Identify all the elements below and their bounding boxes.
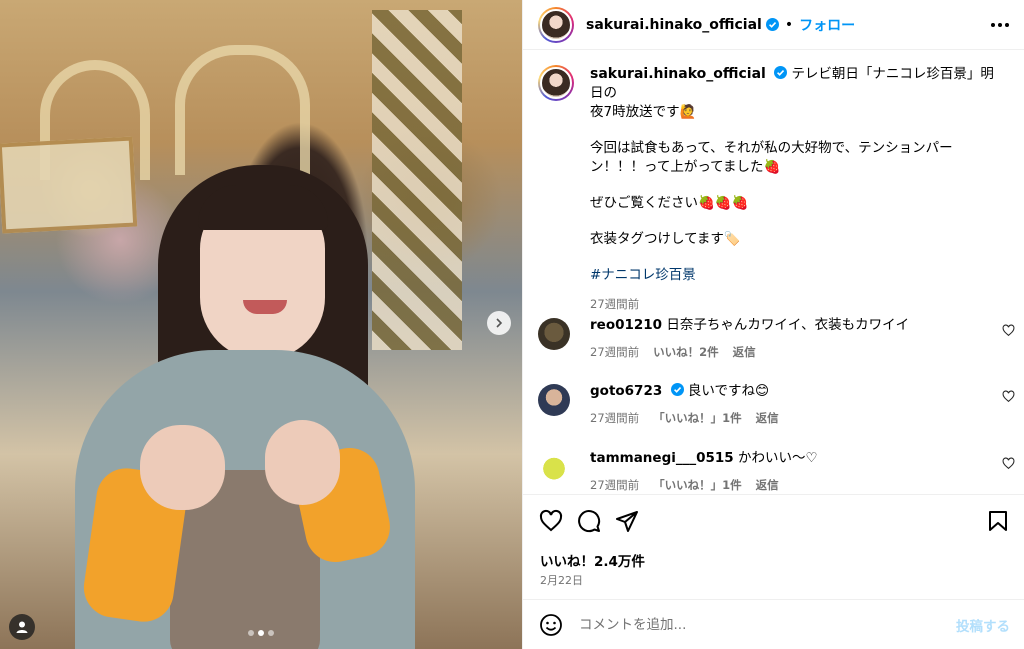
comment-time[interactable]: 27週間前	[590, 343, 639, 362]
comment-username[interactable]: tammanegi___0515	[590, 450, 734, 466]
caption-text: ぜひご覧ください🍓🍓🍓	[590, 195, 749, 211]
verified-badge-icon	[670, 383, 684, 396]
comment-item: tammanegi___0515 かわいい〜♡ 27週間前 「いいね！」1件 返…	[538, 449, 1018, 495]
heart-icon[interactable]	[1002, 457, 1015, 470]
post-username[interactable]: sakurai.hinako_official	[586, 17, 762, 33]
subject-hand	[140, 425, 225, 510]
post-actions: いいね！2.4万件 2月22日 投稿する	[523, 494, 1024, 649]
verified-badge-icon	[765, 18, 779, 31]
comment-text: 良いですね😊	[687, 383, 770, 399]
comment-time[interactable]: 27週間前	[590, 476, 639, 495]
follow-button[interactable]: フォロー	[799, 15, 855, 35]
share-icon[interactable]	[615, 509, 639, 533]
heart-icon[interactable]	[1002, 390, 1015, 403]
comment-likes[interactable]: 「いいね！」1件	[653, 409, 742, 428]
comment-text: 日奈子ちゃんカワイイ、衣装もカワイイ	[666, 317, 910, 333]
comment-likes[interactable]: いいね！2件	[653, 343, 719, 362]
chevron-right-icon	[496, 318, 503, 328]
map-sign	[0, 136, 138, 234]
caption-text: 夜7時放送です🙋	[590, 104, 697, 120]
comment-input[interactable]	[579, 617, 909, 633]
carousel-next-button[interactable]	[487, 311, 511, 335]
reply-button[interactable]: 返信	[733, 343, 756, 362]
caption-text: 衣装タグつけしてます🏷️	[590, 231, 741, 247]
post-header: sakurai.hinako_official • フォロー	[523, 0, 1024, 50]
hashtag-link[interactable]: #ナニコレ珍百景	[590, 266, 1000, 285]
separator: •	[784, 16, 794, 33]
carousel-dot	[248, 630, 254, 636]
verified-badge-icon	[774, 66, 788, 79]
avatar[interactable]	[538, 451, 570, 483]
comment-username[interactable]: goto6723	[590, 383, 662, 399]
avatar[interactable]	[538, 6, 574, 43]
subject-hand	[265, 420, 340, 505]
avatar[interactable]	[538, 384, 570, 416]
caption: sakurai.hinako_official テレビ朝日「ナニコレ珍百景」明日…	[538, 65, 1018, 314]
comment-likes[interactable]: 「いいね！」1件	[653, 476, 742, 495]
carousel-dot	[268, 630, 274, 636]
comment-item: goto6723 良いですね😊 27週間前 「いいね！」1件 返信	[538, 382, 1018, 428]
post-date[interactable]: 2月22日	[540, 572, 583, 588]
like-count[interactable]: いいね！2.4万件	[540, 550, 645, 570]
avatar[interactable]	[538, 318, 570, 350]
subject-bangs	[198, 185, 328, 230]
tagged-users-button[interactable]	[9, 614, 35, 640]
comment-icon[interactable]	[577, 509, 601, 533]
set-pillar	[372, 10, 462, 350]
like-heart-icon[interactable]	[539, 509, 563, 533]
more-options-icon[interactable]	[991, 16, 1009, 34]
caption-text: 今回は試食もあって、それが私の大好物で、テンションパー	[590, 140, 953, 156]
carousel-dot	[258, 630, 264, 636]
caption-time[interactable]: 27週間前	[590, 295, 1000, 314]
post-media[interactable]	[0, 0, 522, 649]
emoji-icon[interactable]	[539, 613, 563, 637]
reply-button[interactable]: 返信	[756, 476, 779, 495]
reply-button[interactable]: 返信	[756, 409, 779, 428]
heart-icon[interactable]	[1002, 324, 1015, 337]
carousel-indicator	[0, 630, 522, 636]
comment-text: かわいい〜♡	[738, 450, 818, 466]
comment-username[interactable]: reo01210	[590, 317, 662, 333]
comment-composer: 投稿する	[523, 599, 1024, 649]
set-arch	[175, 45, 310, 175]
caption-avatar[interactable]	[538, 65, 574, 101]
bookmark-icon[interactable]	[986, 509, 1010, 533]
post-detail-panel: sakurai.hinako_official • フォロー sakurai.h…	[522, 0, 1024, 649]
post-comment-button[interactable]: 投稿する	[956, 615, 1010, 635]
comment-time[interactable]: 27週間前	[590, 409, 639, 428]
caption-username[interactable]: sakurai.hinako_official	[590, 66, 766, 82]
caption-text: ン！！！って上がってました🍓	[590, 159, 781, 175]
comment-item: reo01210 日奈子ちゃんカワイイ、衣装もカワイイ 27週間前 いいね！2件…	[538, 316, 1018, 362]
